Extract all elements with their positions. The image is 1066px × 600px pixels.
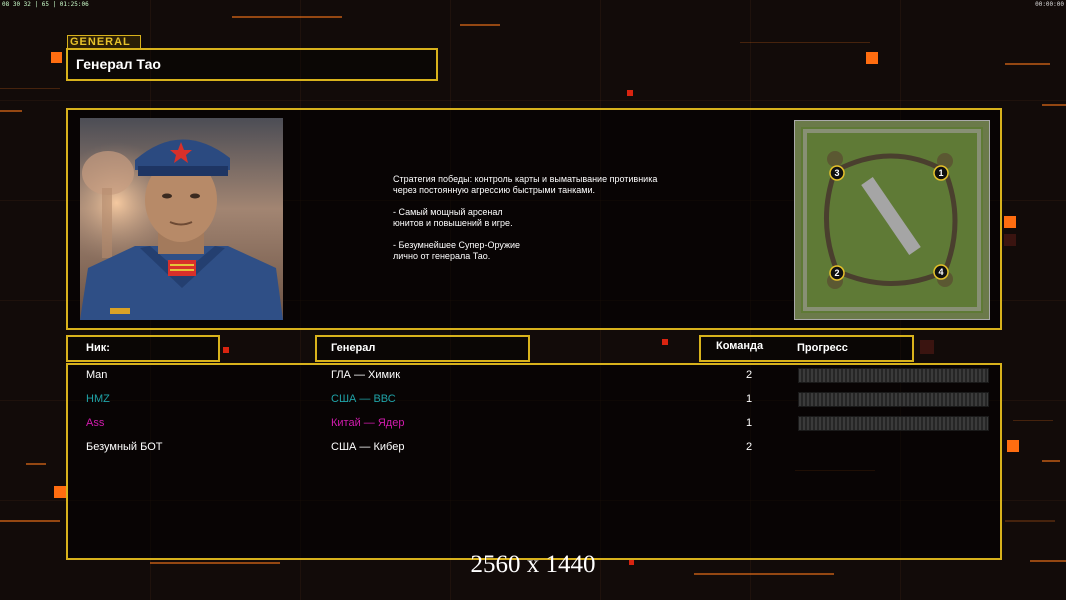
table-row: HMZ США — ВВС 1	[68, 389, 1000, 409]
header-nick-label: Ник:	[86, 342, 110, 354]
spawn-4-label: 4	[938, 267, 943, 277]
header-general-label: Генерал	[331, 342, 376, 354]
header-team-progress: Команда Прогресс	[699, 335, 914, 362]
player-team: 1	[745, 417, 753, 429]
table-row: Ass Китай — Ядер 1	[68, 413, 1000, 433]
players-panel: Man ГЛА — Химик 2 HMZ США — ВВС 1 Ass Китай — Я…	[66, 363, 1002, 560]
header-nick: Ник:	[66, 335, 220, 362]
player-general: Китай — Ядер	[331, 417, 405, 429]
general-portrait	[80, 118, 283, 320]
general-tag: GENERAL	[67, 35, 141, 49]
player-general: ГЛА — Химик	[331, 369, 401, 381]
progress-bar	[798, 368, 989, 383]
player-nick: Ass	[86, 417, 105, 429]
header-general: Генерал	[315, 335, 530, 362]
spawn-2-label: 2	[834, 268, 839, 278]
player-team: 2	[745, 369, 753, 381]
header-team-label: Команда	[716, 340, 764, 352]
table-row: Безумный БОТ США — Кибер 2	[68, 437, 1000, 457]
player-nick: Man	[86, 369, 108, 381]
fps-counter: 08 30 32 | 65 | 01:25:06	[2, 1, 89, 8]
player-nick: HMZ	[86, 393, 110, 405]
resolution-label: 2560 x 1440	[470, 551, 596, 578]
map-preview[interactable]: 1 2 3 4	[794, 120, 990, 320]
general-info-panel: Стратегия победы: контроль карты и вымат…	[66, 108, 1002, 330]
general-description: Стратегия победы: контроль карты и вымат…	[393, 174, 658, 261]
player-general: США — Кибер	[331, 441, 405, 453]
spawn-3-label: 3	[834, 168, 839, 178]
general-name-box: Генерал Тао	[66, 48, 438, 81]
table-row: Man ГЛА — Химик 2	[68, 365, 1000, 385]
player-team: 1	[745, 393, 753, 405]
header-progress-label: Прогресс	[797, 342, 848, 354]
player-general: США — ВВС	[331, 393, 396, 405]
spawn-1-label: 1	[938, 168, 943, 178]
player-nick: Безумный БОТ	[86, 441, 163, 453]
clock: 00:00:00	[1035, 1, 1064, 8]
progress-bar	[798, 392, 989, 407]
general-name: Генерал Тао	[76, 56, 161, 72]
progress-bar	[798, 416, 989, 431]
player-team: 2	[745, 441, 753, 453]
